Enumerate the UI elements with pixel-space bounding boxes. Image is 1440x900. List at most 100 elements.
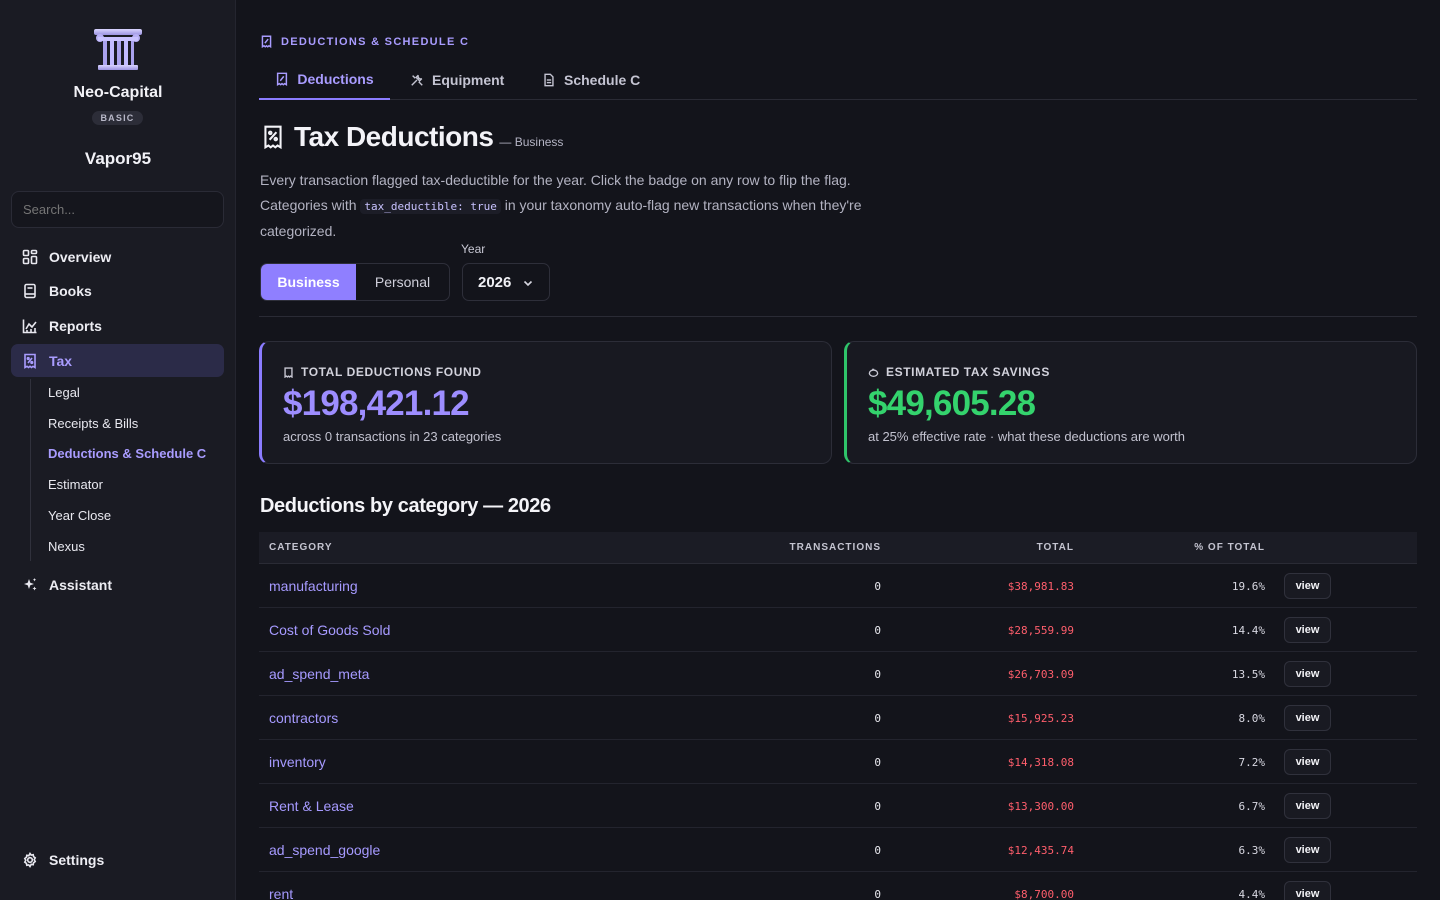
category-percent: 8.0% (1238, 712, 1266, 725)
category-link[interactable]: Cost of Goods Sold (269, 622, 390, 638)
view-button[interactable]: view (1284, 573, 1331, 599)
category-percent: 19.6% (1231, 580, 1265, 593)
view-button[interactable]: view (1284, 837, 1331, 863)
page-title-suffix: — Business (499, 135, 564, 149)
year-select[interactable]: 2026 (462, 263, 550, 301)
tab-label: Equipment (432, 72, 505, 88)
category-link[interactable]: manufacturing (269, 578, 358, 594)
plan-badge: BASIC (92, 111, 143, 125)
subnav-item-receipts[interactable]: Receipts & Bills (48, 416, 138, 431)
receipt-icon (283, 366, 294, 378)
category-link[interactable]: inventory (269, 754, 326, 770)
receipt-icon (260, 35, 273, 49)
transactions-count: 0 (874, 624, 881, 637)
nav-item-books[interactable]: Books (11, 274, 224, 307)
scope-business-button[interactable]: Business (261, 264, 356, 300)
section-kicker: DEDUCTIONS & SCHEDULE C (260, 35, 470, 49)
subnav-item-legal[interactable]: Legal (48, 385, 80, 400)
org-logo[interactable] (92, 26, 144, 72)
nav-item-assistant[interactable]: Assistant (11, 568, 224, 601)
deductions-table: CATEGORY TRANSACTIONS TOTAL % OF TOTAL m… (259, 532, 1417, 900)
page-description: Every transaction flagged tax-deductible… (260, 168, 870, 244)
document-icon (542, 73, 556, 87)
view-button[interactable]: view (1284, 661, 1331, 687)
tools-icon (410, 73, 424, 87)
tab-label: Schedule C (564, 72, 641, 88)
category-total: $12,435.74 (1007, 844, 1074, 857)
category-total: $15,925.23 (1007, 712, 1074, 725)
piggy-bank-icon (868, 367, 879, 378)
tab-bar: Deductions Equipment Schedule C (259, 60, 1417, 100)
transactions-count: 0 (874, 888, 881, 900)
view-button[interactable]: view (1284, 793, 1331, 819)
view-button[interactable]: view (1284, 617, 1331, 643)
table-row: ad_spend_google 0 $12,435.74 6.3% view (259, 828, 1417, 872)
category-percent: 6.7% (1238, 800, 1266, 813)
category-total: $26,703.09 (1007, 668, 1074, 681)
nav-label: Reports (49, 317, 102, 334)
transactions-count: 0 (874, 668, 881, 681)
sidebar: Neo-Capital BASIC Vapor95 Overview Books… (0, 0, 236, 900)
subnav-item-estimator[interactable]: Estimator (48, 477, 103, 492)
nav-label: Assistant (49, 576, 113, 593)
table-body: manufacturing 0 $38,981.83 19.6% view Cost of… (259, 564, 1417, 900)
tab-schedule-c[interactable]: Schedule C (542, 60, 640, 100)
category-percent: 7.2% (1238, 756, 1266, 769)
card-label-text: ESTIMATED TAX SAVINGS (886, 365, 1050, 379)
total-deductions-card: TOTAL DEDUCTIONS FOUND $198,421.12 acros… (259, 341, 832, 464)
tax-savings-value: $49,605.28 (868, 384, 1036, 423)
column-header-transactions[interactable]: TRANSACTIONS (790, 542, 881, 553)
column-header-total[interactable]: TOTAL (1037, 542, 1074, 553)
nav-label: Books (49, 282, 92, 299)
nav-item-settings[interactable]: Settings (11, 843, 224, 876)
search-input[interactable] (11, 191, 224, 228)
page-title-text: Tax Deductions (294, 121, 494, 152)
subnav-item-year-close[interactable]: Year Close (48, 508, 111, 523)
category-link[interactable]: ad_spend_meta (269, 666, 369, 682)
view-button[interactable]: view (1284, 881, 1331, 900)
transactions-count: 0 (874, 712, 881, 725)
table-row: Cost of Goods Sold 0 $28,559.99 14.4% view (259, 608, 1417, 652)
category-link[interactable]: Rent & Lease (269, 798, 354, 814)
tax-subnav: Legal Receipts & Bills Deductions & Sche… (30, 379, 224, 561)
table-row: inventory 0 $14,318.08 7.2% view (259, 740, 1417, 784)
tab-equipment[interactable]: Equipment (410, 60, 504, 100)
nav-item-tax[interactable]: Tax (11, 344, 224, 377)
category-total: $8,700.00 (1014, 888, 1074, 900)
tab-deductions[interactable]: Deductions (259, 60, 390, 100)
category-total: $14,318.08 (1007, 756, 1074, 769)
chevron-down-icon (522, 276, 534, 288)
transactions-count: 0 (874, 756, 881, 769)
tab-label: Deductions (297, 71, 374, 87)
receipt-icon (262, 124, 286, 150)
category-link[interactable]: rent (269, 886, 293, 900)
subnav-item-nexus[interactable]: Nexus (48, 539, 85, 554)
table-row: contractors 0 $15,925.23 8.0% view (259, 696, 1417, 740)
section-kicker-label: DEDUCTIONS & SCHEDULE C (281, 35, 470, 48)
scope-personal-button[interactable]: Personal (356, 264, 449, 300)
scope-toggle: Business Personal (260, 263, 450, 301)
subnav-item-deductions[interactable]: Deductions & Schedule C (48, 446, 206, 461)
nav-label: Settings (49, 851, 105, 868)
category-total: $28,559.99 (1007, 624, 1074, 637)
column-header-pct[interactable]: % OF TOTAL (1194, 542, 1265, 553)
table-row: ad_spend_meta 0 $26,703.09 13.5% view (259, 652, 1417, 696)
nav-item-reports[interactable]: Reports (11, 309, 224, 342)
year-select-value: 2026 (478, 273, 512, 291)
view-button[interactable]: view (1284, 749, 1331, 775)
view-button[interactable]: view (1284, 705, 1331, 731)
sparkles-icon (22, 577, 38, 593)
nav-item-overview[interactable]: Overview (11, 240, 224, 273)
column-header-category[interactable]: CATEGORY (269, 542, 333, 553)
card-label: TOTAL DEDUCTIONS FOUND (283, 365, 482, 379)
book-icon (22, 283, 38, 299)
grid-icon (22, 249, 38, 265)
category-link[interactable]: ad_spend_google (269, 842, 380, 858)
category-link[interactable]: contractors (269, 710, 338, 726)
category-percent: 6.3% (1238, 844, 1266, 857)
gear-icon (22, 851, 38, 868)
page-title: Tax Deductions — Business (262, 121, 563, 153)
category-percent: 13.5% (1231, 668, 1265, 681)
category-total: $13,300.00 (1007, 800, 1074, 813)
divider (259, 316, 1417, 317)
